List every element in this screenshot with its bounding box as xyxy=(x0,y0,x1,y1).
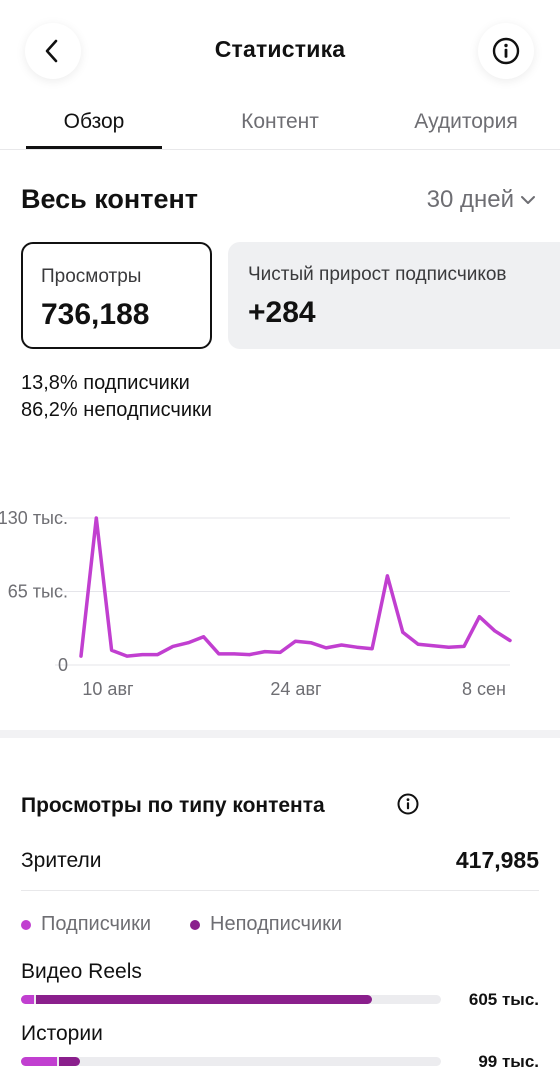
data-point xyxy=(186,641,190,645)
tabs-divider xyxy=(0,149,560,150)
x-tick-label: 24 авг xyxy=(270,679,322,699)
nonfollowers-share: 86,2% неподписчики xyxy=(21,399,212,422)
stories-label: Истории xyxy=(21,1022,103,1045)
y-tick-label: 130 тыс. xyxy=(0,508,68,528)
data-point xyxy=(156,653,160,657)
followers-share: 13,8% подписчики xyxy=(21,372,190,395)
legend-followers-label: Подписчики xyxy=(41,913,152,935)
info-button[interactable] xyxy=(478,23,534,79)
data-point xyxy=(324,646,328,650)
follower-growth-card[interactable]: Чистый прирост подписчиков +284 xyxy=(228,242,560,349)
viewers-label: Зрители xyxy=(21,849,102,872)
tab-content[interactable]: Контент xyxy=(210,110,350,134)
stories-bar-followers-segment xyxy=(21,1057,57,1066)
data-point xyxy=(248,653,252,657)
data-point xyxy=(140,653,144,657)
reels-label: Видео Reels xyxy=(21,960,142,983)
content-type-title: Просмотры по типу контента xyxy=(21,794,325,817)
data-point xyxy=(477,615,481,619)
tab-audience[interactable]: Аудитория xyxy=(396,110,536,134)
data-point xyxy=(79,654,83,658)
tab-overview[interactable]: Обзор xyxy=(26,110,162,134)
y-tick-label: 65 тыс. xyxy=(8,582,68,602)
data-point xyxy=(508,639,512,642)
viewers-value: 417,985 xyxy=(455,847,539,873)
legend-nonfollowers: Неподписчики xyxy=(190,913,342,936)
data-point xyxy=(416,642,420,646)
legend-followers: Подписчики xyxy=(21,913,151,936)
chevron-down-icon xyxy=(521,196,535,204)
reels-bar-followers-segment xyxy=(21,995,34,1004)
page-title: Статистика xyxy=(214,36,346,62)
viewers-divider xyxy=(21,890,539,891)
views-card-label: Просмотры xyxy=(41,266,142,287)
stories-bar xyxy=(21,1057,441,1066)
data-point xyxy=(294,639,297,643)
data-point xyxy=(462,644,466,648)
legend-nonfollowers-label: Неподписчики xyxy=(210,913,343,935)
views-card[interactable]: Просмотры 736,188 xyxy=(21,242,212,349)
data-point xyxy=(125,654,129,658)
followers-share-pct: 13,8% xyxy=(21,372,78,394)
followers-share-label: подписчики xyxy=(83,372,190,394)
reels-value: 605 тыс. xyxy=(468,990,539,1009)
data-point xyxy=(263,650,267,654)
x-tick-label: 8 сен xyxy=(462,679,506,699)
section-separator xyxy=(0,730,560,738)
data-point xyxy=(339,643,343,647)
data-point xyxy=(431,644,435,648)
section-title-all-content: Весь контент xyxy=(21,184,199,214)
x-tick-label: 10 авг xyxy=(82,679,134,699)
legend-nonfollowers-dot xyxy=(190,919,200,930)
stories-value: 99 тыс. xyxy=(478,1052,539,1071)
data-point xyxy=(309,641,313,645)
content-type-info-button[interactable] xyxy=(396,792,420,821)
period-label: 30 дней xyxy=(426,186,514,213)
data-point xyxy=(232,652,236,656)
views-line-chart: 0 65 тыс. 130 тыс. 10 авг 24 авг 8 сен xyxy=(0,508,512,699)
info-icon xyxy=(397,793,419,815)
reels-bar xyxy=(21,995,441,1004)
data-point xyxy=(493,629,497,633)
data-point xyxy=(202,635,206,639)
follower-growth-card-label: Чистый прирост подписчиков xyxy=(248,264,507,285)
y-tick-label: 0 xyxy=(58,655,68,675)
data-point xyxy=(171,644,175,648)
stories-bar-nonfollowers-segment xyxy=(58,1057,80,1066)
data-point xyxy=(94,516,98,520)
data-point xyxy=(370,647,374,651)
data-point xyxy=(385,574,389,578)
views-series-line xyxy=(79,516,512,658)
data-point xyxy=(355,645,359,649)
reels-bar-nonfollowers-segment xyxy=(35,995,372,1004)
data-point xyxy=(401,630,405,634)
data-point xyxy=(447,645,451,649)
data-point xyxy=(278,650,282,654)
follower-growth-card-value: +284 xyxy=(248,296,316,329)
views-card-value: 736,188 xyxy=(41,298,150,331)
nonfollowers-share-pct: 86,2% xyxy=(21,399,78,421)
data-point xyxy=(217,652,221,656)
nonfollowers-share-label: неподписчики xyxy=(83,399,212,421)
data-point xyxy=(110,648,114,652)
period-selector[interactable]: 30 дней xyxy=(427,186,536,214)
legend-followers-dot xyxy=(21,919,31,930)
info-icon xyxy=(492,37,520,65)
